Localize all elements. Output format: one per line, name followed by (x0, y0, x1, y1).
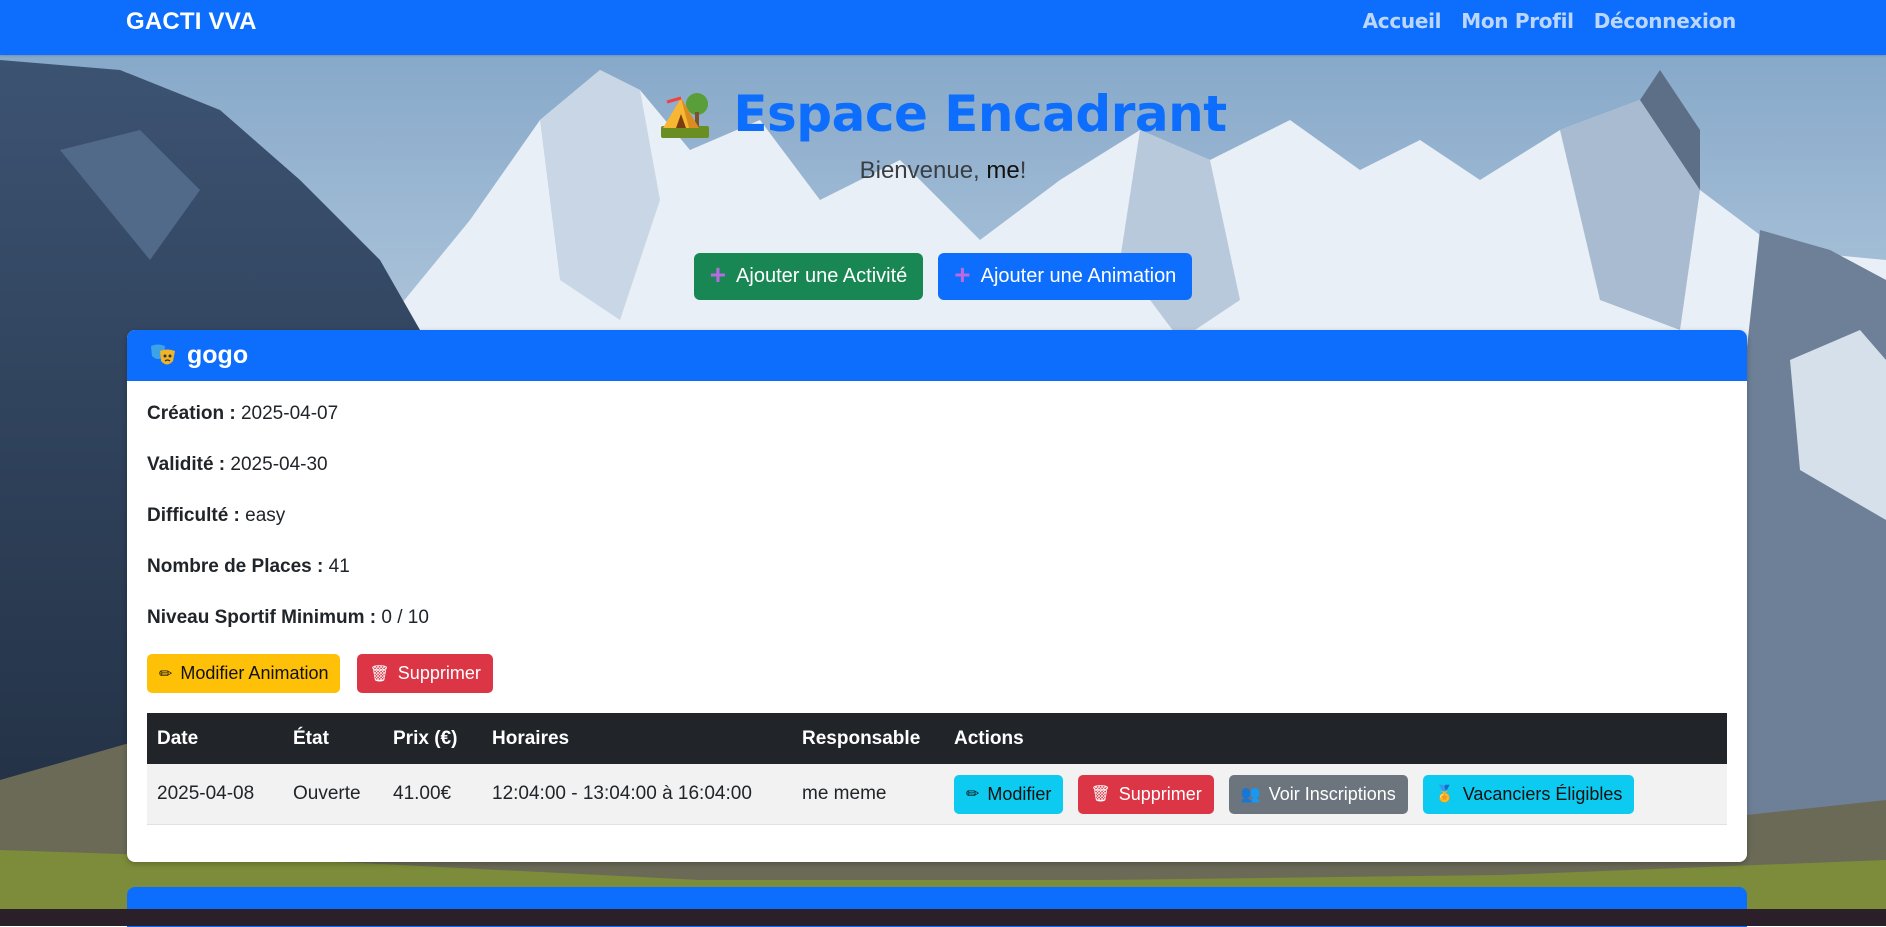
delete-session-label: Supprimer (1118, 783, 1202, 804)
trash-icon: 🗑 (369, 665, 390, 683)
cell-state: Ouverte (283, 764, 383, 825)
welcome-prefix: Bienvenue, (859, 157, 980, 184)
pencil-icon: ✏ (159, 665, 173, 683)
animation-name: gogo (187, 341, 249, 369)
nav-link-mon-profil[interactable]: Mon Profil (1461, 9, 1574, 33)
animation-card-header: gogo (127, 330, 1747, 381)
validity-field: Validité : 2025-04-30 (147, 454, 1727, 476)
animation-actions: ✏ Modifier Animation 🗑 Supprimer (147, 654, 1727, 693)
page-title-text: Espace Encadrant (733, 85, 1227, 143)
sport-level-label: Niveau Sportif Minimum : (147, 607, 377, 628)
row-actions: ✏ Modifier 🗑 Supprimer 👥 Voir Inscriptio… (954, 764, 1717, 824)
delete-animation-label: Supprimer (397, 663, 481, 683)
difficulty-value: easy (245, 505, 286, 526)
animation-card: gogo Création : 2025-04-07 Validité : 20… (127, 330, 1747, 862)
add-animation-button[interactable]: + Ajouter une Animation (938, 253, 1193, 300)
os-taskbar (0, 909, 1886, 926)
cell-date: 2025-04-08 (147, 764, 283, 825)
creation-field: Création : 2025-04-07 (147, 403, 1727, 425)
cell-price: 41.00€ (383, 764, 482, 825)
delete-session-button[interactable]: 🗑 Supprimer (1078, 774, 1214, 814)
sessions-table: Date État Prix (€) Horaires Responsable … (147, 713, 1727, 825)
sport-level-value: 0 / 10 (381, 607, 429, 628)
add-activity-label: Ajouter une Activité (736, 265, 908, 287)
column-header-etat: État (293, 727, 329, 749)
plus-icon: + (954, 259, 971, 290)
eligible-vacationers-button[interactable]: 🏅 Vacanciers Éligibles (1422, 774, 1635, 814)
welcome-username: me (986, 157, 1020, 184)
nav-link-deconnexion[interactable]: Déconnexion (1594, 9, 1737, 33)
page-title: Espace Encadrant (659, 85, 1227, 143)
theater-masks-icon (151, 344, 175, 364)
column-header-prix: Prix (€) (393, 727, 458, 749)
difficulty-label: Difficulté : (147, 505, 240, 526)
hero-section: Espace Encadrant Bienvenue, me! (0, 85, 1886, 185)
edit-animation-label: Modifier Animation (180, 663, 329, 683)
welcome-suffix: ! (1019, 157, 1027, 184)
table-row: 2025-04-08 Ouverte 41.00€ 12:04:00 - 13:… (147, 764, 1727, 825)
column-header-actions: Actions (954, 727, 1024, 749)
brand-logo[interactable]: GACTI VVA (126, 8, 257, 36)
places-value: 41 (328, 556, 350, 577)
difficulty-field: Difficulté : easy (147, 505, 1727, 527)
cell-hours: 12:04:00 - 13:04:00 à 16:04:00 (482, 764, 792, 825)
view-registrations-button[interactable]: 👥 Voir Inscriptions (1228, 774, 1408, 814)
column-header-horaires: Horaires (492, 727, 570, 749)
cell-actions: ✏ Modifier 🗑 Supprimer 👥 Voir Inscriptio… (944, 764, 1727, 825)
edit-animation-button[interactable]: ✏ Modifier Animation (147, 654, 341, 693)
welcome-message: Bienvenue, me! (0, 157, 1886, 185)
medal-icon: 🏅 (1434, 786, 1455, 803)
creation-label: Création : (147, 403, 236, 424)
camping-tent-icon (661, 93, 710, 138)
creation-value: 2025-04-07 (240, 403, 339, 424)
places-label: Nombre de Places : (147, 556, 324, 577)
pencil-icon: ✏ (966, 786, 980, 803)
people-icon: 👥 (1240, 786, 1261, 803)
cell-manager: me meme (792, 764, 944, 825)
edit-session-button[interactable]: ✏ Modifier (954, 774, 1064, 814)
column-header-date: Date (157, 727, 199, 749)
animation-card-body: Création : 2025-04-07 Validité : 2025-04… (127, 381, 1747, 825)
view-registrations-label: Voir Inscriptions (1268, 783, 1396, 804)
column-header-responsable: Responsable (802, 727, 921, 749)
validity-value: 2025-04-30 (230, 454, 328, 475)
add-animation-label: Ajouter une Animation (980, 265, 1177, 287)
validity-label: Validité : (147, 454, 226, 475)
edit-session-label: Modifier (987, 783, 1052, 804)
delete-animation-button[interactable]: 🗑 Supprimer (357, 654, 493, 693)
eligible-vacationers-label: Vacanciers Éligibles (1462, 783, 1623, 804)
plus-icon: + (709, 259, 727, 290)
places-field: Nombre de Places : 41 (147, 556, 1727, 578)
trash-icon: 🗑 (1090, 786, 1111, 803)
table-header-row: Date État Prix (€) Horaires Responsable … (147, 713, 1727, 764)
sport-level-field: Niveau Sportif Minimum : 0 / 10 (147, 607, 1727, 629)
nav-links: Accueil Mon Profil Déconnexion (1363, 9, 1737, 33)
top-navbar: GACTI VVA Accueil Mon Profil Déconnexion (0, 0, 1886, 55)
add-activity-button[interactable]: + Ajouter une Activité (693, 253, 924, 300)
primary-actions: + Ajouter une Activité + Ajouter une Ani… (0, 253, 1886, 300)
nav-link-accueil[interactable]: Accueil (1363, 9, 1442, 33)
